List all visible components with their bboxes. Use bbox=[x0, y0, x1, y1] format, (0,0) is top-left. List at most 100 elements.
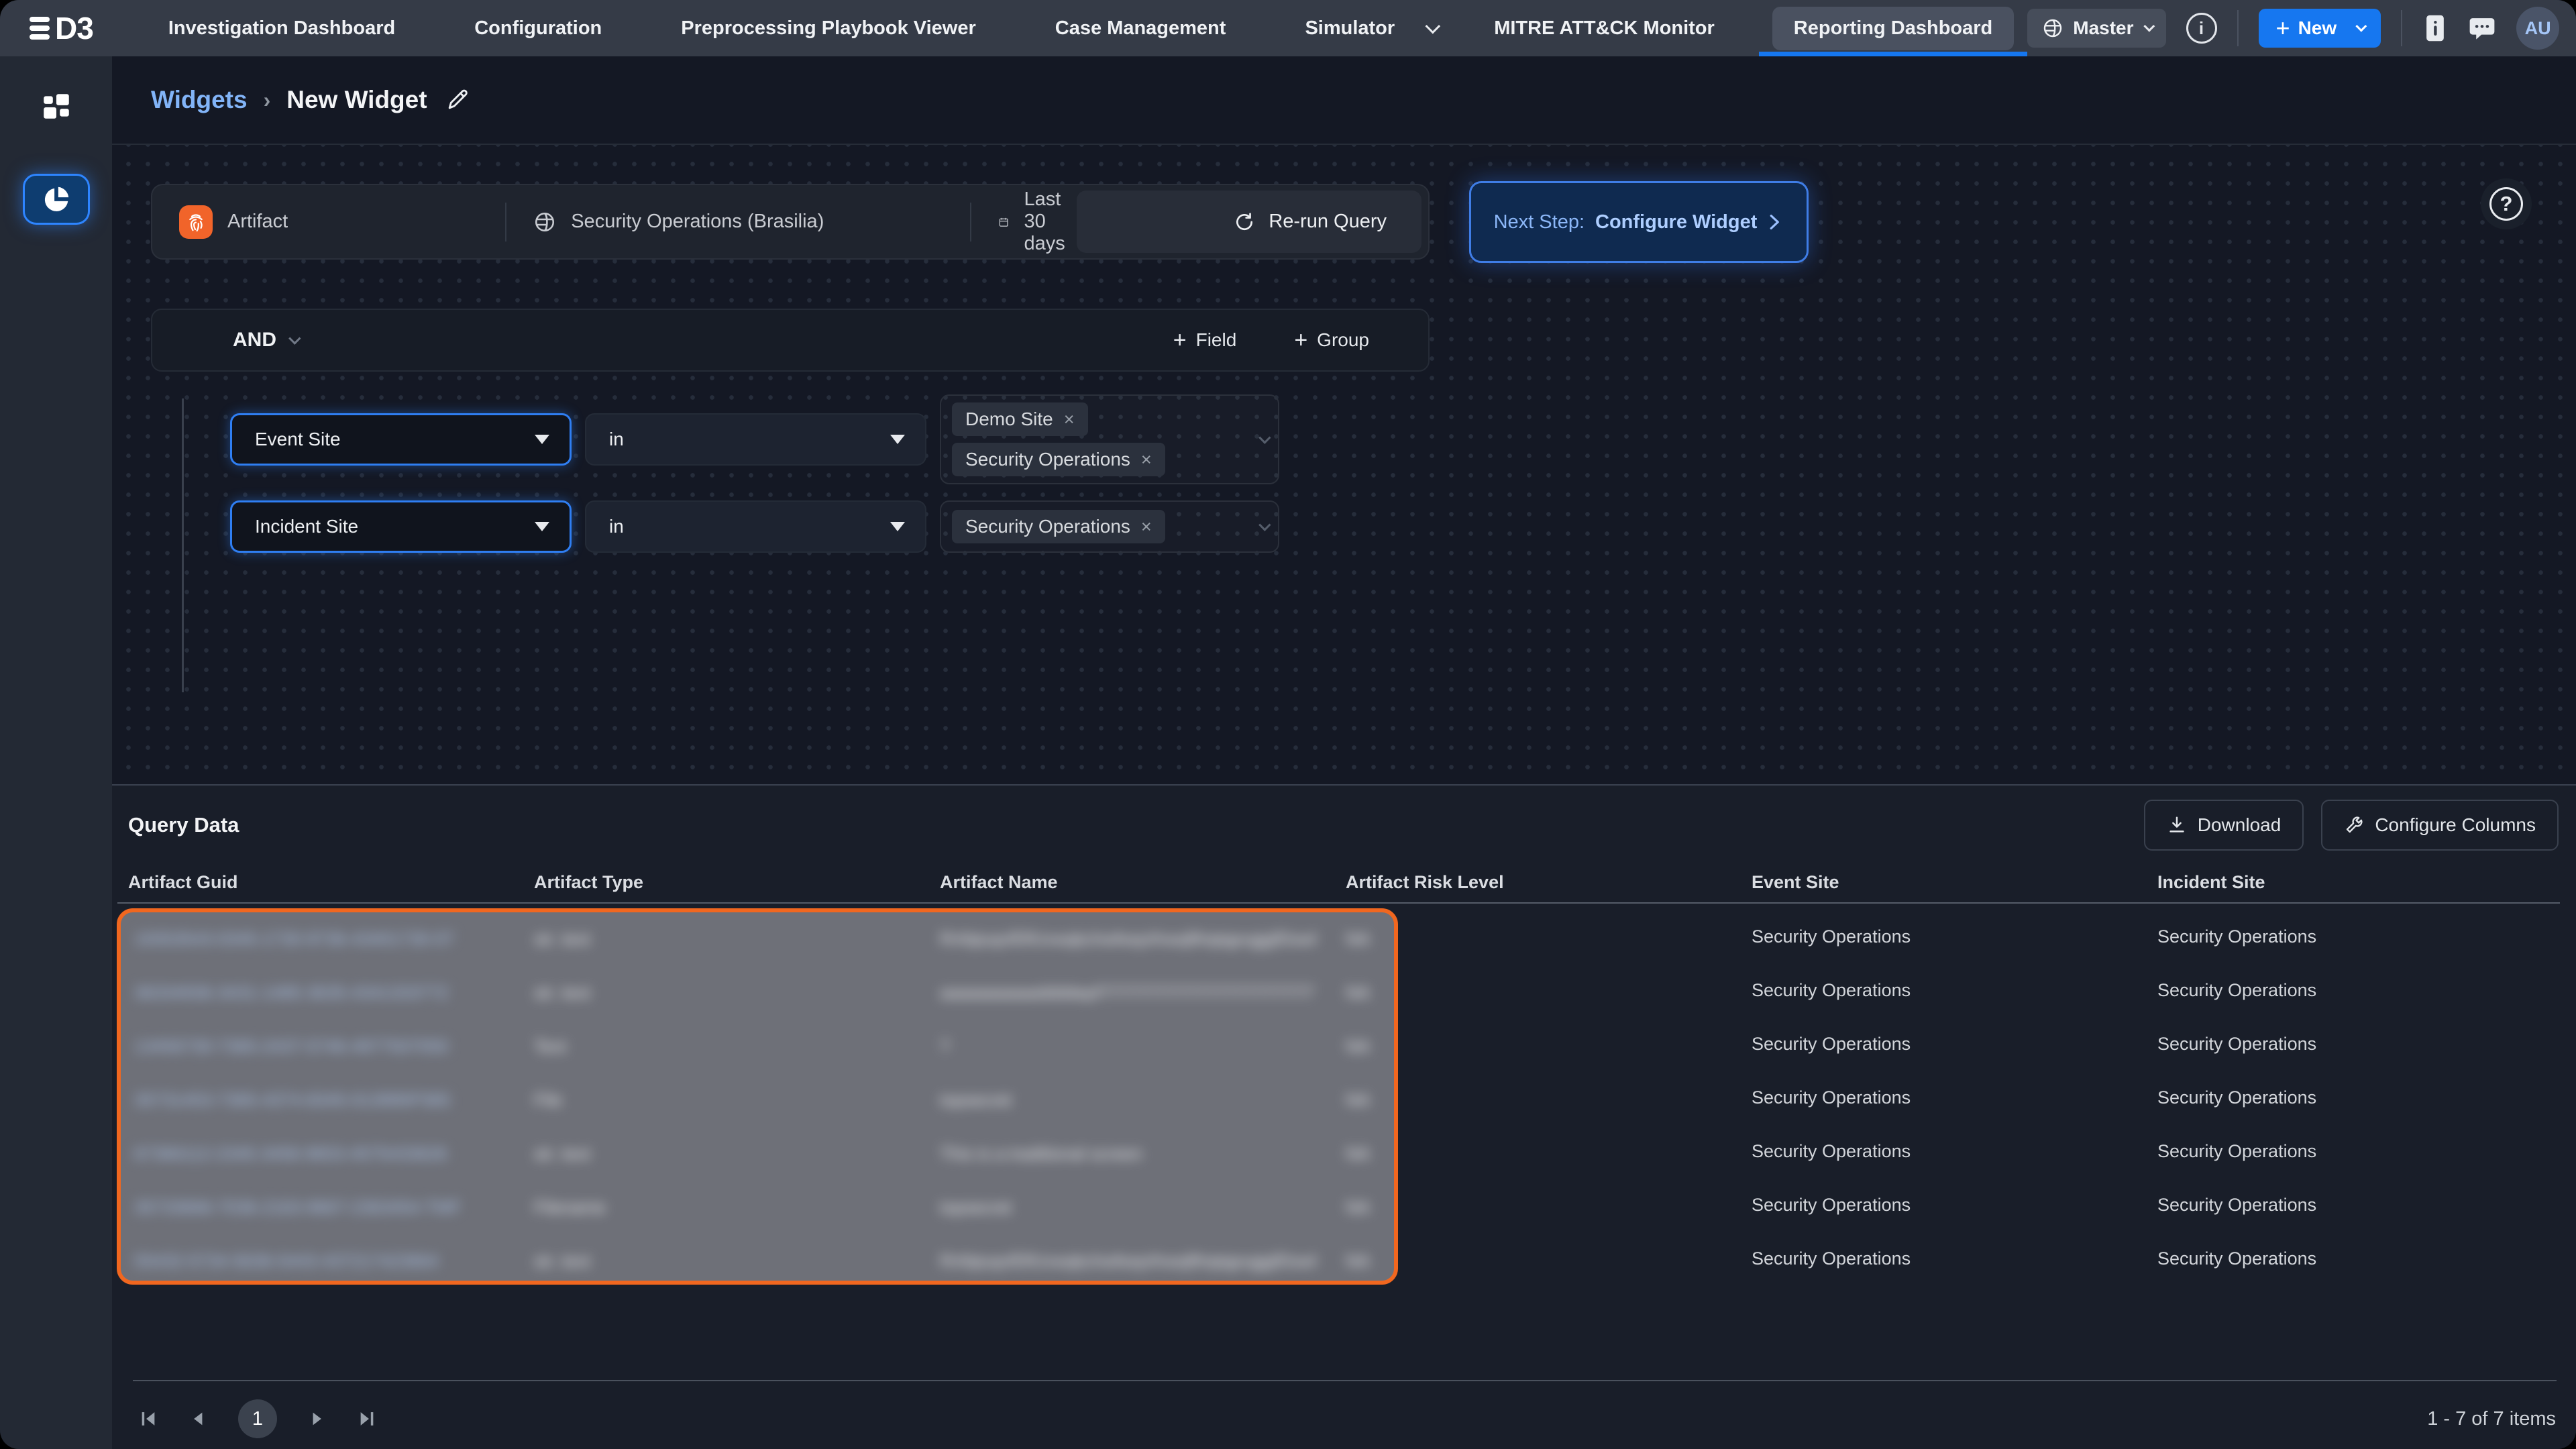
breadcrumb: Widgets › New Widget bbox=[112, 56, 2576, 145]
column-header-artifact-type[interactable]: Artifact Type bbox=[534, 872, 940, 893]
app-window: D3 Investigation DashboardConfigurationP… bbox=[0, 0, 2576, 1449]
nav-tabs: Investigation DashboardConfigurationPrep… bbox=[133, 0, 2027, 56]
avatar[interactable]: AU bbox=[2516, 7, 2559, 50]
nav-tab-label: Simulator bbox=[1283, 7, 1416, 50]
table-header-divider bbox=[117, 902, 2560, 904]
filter-tag-label: Security Operations bbox=[965, 516, 1130, 537]
chevron-down-icon bbox=[1426, 19, 1441, 34]
time-range-selector[interactable]: Last 30 days bbox=[971, 189, 1077, 255]
redacted-type: str. text bbox=[534, 929, 590, 950]
caret-down-icon bbox=[890, 435, 905, 444]
pagination: 1 bbox=[139, 1388, 376, 1449]
filter-field-dropdown[interactable]: Incident Site bbox=[230, 500, 572, 553]
breadcrumb-separator: › bbox=[264, 88, 271, 113]
filter-group-bar: AND + Field + Group bbox=[151, 309, 1430, 372]
incident-site-cell: Security Operations bbox=[2157, 1087, 2563, 1108]
filter-tags: Demo Site×Security Operations× bbox=[952, 402, 1252, 476]
nav-tab-label: Case Management bbox=[1034, 7, 1248, 50]
next-page-button[interactable] bbox=[308, 1409, 327, 1428]
redacted-risk: NA bbox=[1346, 929, 1370, 950]
redacted-type: File bbox=[534, 1090, 562, 1111]
last-page-button[interactable] bbox=[358, 1409, 376, 1428]
next-step-button[interactable]: Next Step: Configure Widget bbox=[1469, 181, 1809, 263]
column-header-artifact-name[interactable]: Artifact Name bbox=[940, 872, 1346, 893]
redacted-type: Filename bbox=[534, 1197, 606, 1218]
nav-tab-case-management[interactable]: Case Management bbox=[1020, 0, 1261, 56]
sidebar-item-widgets[interactable] bbox=[23, 174, 90, 225]
add-group-button[interactable]: + Group bbox=[1294, 329, 1369, 351]
filter-tag: Security Operations × bbox=[952, 443, 1165, 476]
rerun-query-button[interactable]: Re-run Query bbox=[1077, 191, 1421, 253]
help-button[interactable]: ? bbox=[2481, 178, 2532, 229]
chevron-right-icon bbox=[1764, 212, 1784, 232]
redacted-risk: NA bbox=[1346, 983, 1370, 1004]
breadcrumb-widgets-link[interactable]: Widgets bbox=[151, 86, 248, 114]
previous-page-button[interactable] bbox=[189, 1409, 207, 1428]
filter-row: Event SiteinDemo Site×Security Operation… bbox=[230, 394, 1279, 484]
nav-tab-simulator[interactable]: Simulator bbox=[1270, 0, 1450, 56]
filter-tag-label: Security Operations bbox=[965, 449, 1130, 470]
datasource-selector[interactable]: Artifact bbox=[152, 205, 505, 239]
filter-values-multiselect[interactable]: Demo Site×Security Operations× bbox=[940, 394, 1279, 484]
filter-operator-dropdown[interactable]: in bbox=[585, 413, 926, 466]
event-site-cell: Security Operations bbox=[1752, 1087, 2157, 1108]
incident-site-cell: Security Operations bbox=[2157, 926, 2563, 947]
incident-site-cell: Security Operations bbox=[2157, 1034, 2563, 1055]
add-field-label: Field bbox=[1196, 329, 1237, 351]
remove-tag-icon[interactable]: × bbox=[1064, 409, 1075, 430]
artifact-fingerprint-icon bbox=[179, 205, 213, 239]
master-site-selector[interactable]: Master bbox=[2027, 9, 2165, 48]
nav-tab-investigation-dashboard[interactable]: Investigation Dashboard bbox=[133, 0, 430, 56]
chevron-down-icon bbox=[288, 332, 301, 344]
download-button[interactable]: Download bbox=[2144, 800, 2304, 851]
filter-field-dropdown[interactable]: Event Site bbox=[230, 413, 572, 466]
redacted-row: 55432-5734-5636-5443-437217423664str. te… bbox=[121, 1234, 1394, 1285]
first-page-button[interactable] bbox=[139, 1409, 158, 1428]
incident-site-cell: Security Operations bbox=[2157, 980, 2563, 1001]
d3-logo[interactable]: D3 bbox=[30, 10, 93, 46]
filter-values-multiselect[interactable]: Security Operations × bbox=[940, 500, 1279, 553]
globe-icon bbox=[2042, 17, 2063, 39]
configure-columns-button[interactable]: Configure Columns bbox=[2321, 800, 2559, 851]
new-button-label: New bbox=[2298, 17, 2337, 39]
column-header-incident-site[interactable]: Incident Site bbox=[2157, 872, 2563, 893]
new-button[interactable]: + New bbox=[2259, 9, 2381, 48]
redacted-name: RnfqtuqvfDfUvwqkchwfwqvfnwqfthqtqpvgjgfD… bbox=[940, 929, 1316, 950]
chevron-down-icon bbox=[1258, 431, 1271, 443]
release-notes-icon[interactable] bbox=[2422, 13, 2448, 43]
filter-operator-dropdown[interactable]: AND bbox=[233, 329, 297, 352]
nav-tab-preprocessing-playbook-viewer[interactable]: Preprocessing Playbook Viewer bbox=[646, 0, 1011, 56]
nav-tab-mitre-att-ck-monitor[interactable]: MITRE ATT&CK Monitor bbox=[1459, 0, 1750, 56]
chat-icon[interactable] bbox=[2468, 14, 2496, 42]
redacted-guid: 67366112-2345-3456-9653-4575433626 bbox=[134, 1144, 447, 1165]
incident-site-cell: Security Operations bbox=[2157, 1248, 2563, 1269]
redacted-type: Text bbox=[534, 1036, 566, 1057]
time-range-label: Last 30 days bbox=[1024, 189, 1077, 255]
filter-operator-dropdown[interactable]: in bbox=[585, 500, 926, 553]
edit-title-button[interactable] bbox=[445, 87, 470, 113]
column-header-artifact-guid[interactable]: Artifact Guid bbox=[128, 872, 534, 893]
remove-tag-icon[interactable]: × bbox=[1141, 517, 1152, 537]
redacted-row: 35731453-7365-4374-8345-013995P365Fileto… bbox=[121, 1073, 1394, 1127]
info-icon[interactable]: i bbox=[2186, 13, 2217, 44]
globe-icon bbox=[533, 211, 556, 233]
redacted-guid: 55432-5734-5636-5443-437217423664 bbox=[134, 1251, 439, 1272]
sidebar-item-dashboards[interactable] bbox=[40, 90, 73, 127]
rerun-query-label: Re-run Query bbox=[1269, 211, 1387, 233]
incident-site-cell: Security Operations bbox=[2157, 1141, 2563, 1162]
redacted-guid: 13456730-7365-2437-5746-4977507050 bbox=[134, 1036, 448, 1057]
d3-logo-bars-icon bbox=[30, 17, 50, 40]
filter-field-value: Incident Site bbox=[255, 516, 358, 537]
add-field-button[interactable]: + Field bbox=[1173, 329, 1237, 351]
redacted-rows: 19353543-0345-1730-9736-43401730-07str. … bbox=[121, 912, 1394, 1281]
sidebar bbox=[0, 56, 112, 1449]
column-header-event-site[interactable]: Event Site bbox=[1752, 872, 2157, 893]
configure-columns-label: Configure Columns bbox=[2375, 814, 2536, 836]
page-number-button[interactable]: 1 bbox=[238, 1399, 277, 1438]
nav-tab-configuration[interactable]: Configuration bbox=[439, 0, 637, 56]
remove-tag-icon[interactable]: × bbox=[1141, 449, 1152, 470]
nav-tab-reporting-dashboard[interactable]: Reporting Dashboard bbox=[1759, 0, 2027, 56]
column-header-artifact-risk-level[interactable]: Artifact Risk Level bbox=[1346, 872, 1752, 893]
site-selector[interactable]: Security Operations (Brasilia) bbox=[506, 211, 970, 233]
redacted-row: 19353543-0345-1730-9736-43401730-07str. … bbox=[121, 912, 1394, 966]
